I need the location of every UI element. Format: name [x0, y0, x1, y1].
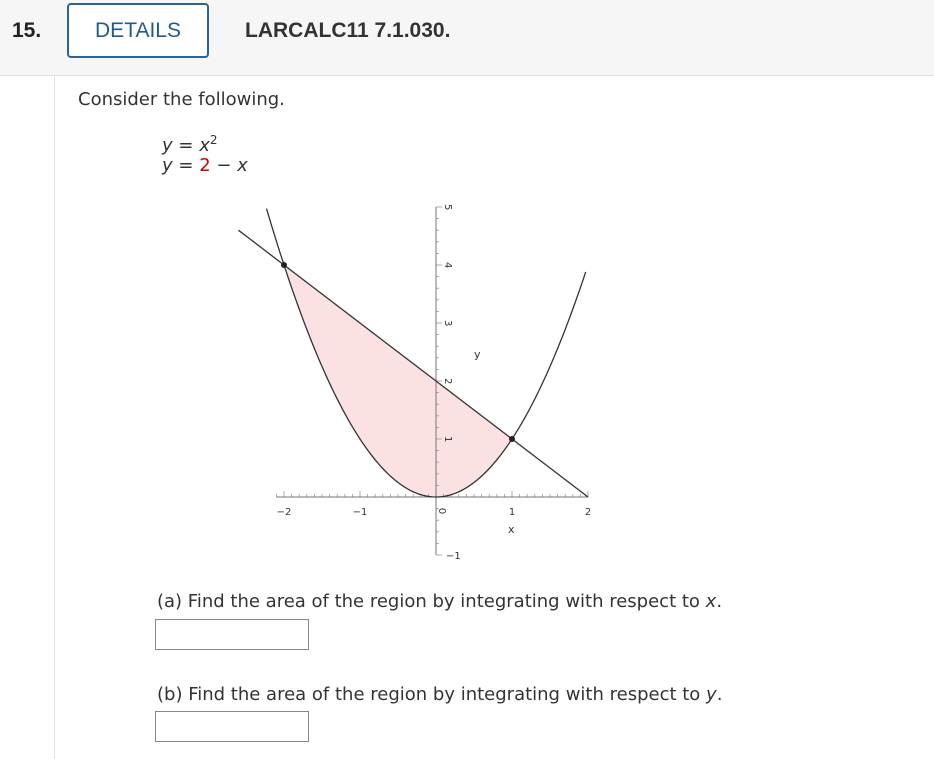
- x-tick-label: −1: [353, 507, 368, 518]
- part-a-answer-input[interactable]: [155, 619, 309, 650]
- equation-parabola: y = x2: [162, 133, 218, 156]
- x-tick-label: 1: [509, 507, 515, 518]
- shaded-region: [284, 265, 512, 497]
- x-tick-label: −2: [277, 507, 292, 518]
- x-axis-label: x: [508, 523, 515, 536]
- problem-prompt: Consider the following.: [78, 89, 285, 110]
- y-tick-label: 4: [442, 262, 453, 268]
- question-number: 15.: [12, 19, 42, 42]
- x-tick-label: 2: [585, 507, 591, 518]
- details-button[interactable]: DETAILS: [67, 3, 209, 58]
- y-tick-label: 1: [442, 436, 453, 442]
- y-axis-label: y: [474, 348, 481, 361]
- x-tick-label: 0: [436, 508, 447, 514]
- question-code: LARCALC11 7.1.030.: [245, 19, 451, 42]
- y-tick-label: 5: [442, 204, 453, 210]
- y-tick-label: −1: [446, 551, 461, 562]
- left-divider: [54, 76, 55, 759]
- part-a-question: (a) Find the area of the region by integ…: [157, 591, 723, 612]
- intersection-point: [281, 262, 287, 268]
- y-tick-label: 3: [442, 320, 453, 326]
- x-tick-labels: −2 −1 0 1 2: [277, 507, 592, 518]
- region-graph: −2 −1 0 1 2 5 4 3 2 1 −1 x y: [238, 204, 592, 562]
- y-tick-label: 2: [442, 378, 453, 384]
- part-b-answer-input[interactable]: [155, 711, 309, 742]
- equation-line: y = 2 − x: [162, 155, 248, 176]
- part-b-question: (b) Find the area of the region by integ…: [157, 684, 723, 705]
- intersection-point: [509, 436, 515, 442]
- question-header: 15. DETAILS LARCALC11 7.1.030.: [0, 0, 934, 76]
